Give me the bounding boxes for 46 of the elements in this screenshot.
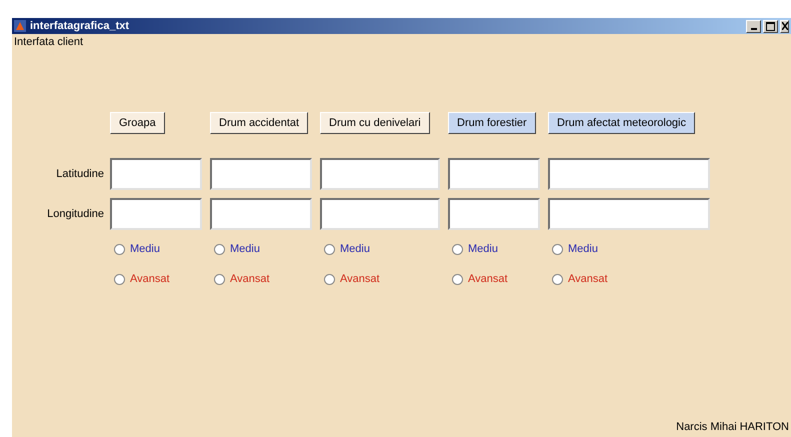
radio-label: Avansat: [130, 273, 170, 285]
category-button[interactable]: Drum forestier: [448, 112, 536, 134]
radio-label: Mediu: [468, 243, 498, 255]
close-icon: [782, 22, 788, 30]
radio-button[interactable]: [324, 274, 335, 284]
input-field[interactable]: [210, 198, 312, 230]
input-field[interactable]: [548, 198, 710, 230]
category-button[interactable]: Groapa: [110, 112, 165, 134]
radio-button[interactable]: [552, 274, 563, 284]
radio-label: Mediu: [230, 243, 260, 255]
radio-label: Avansat: [568, 273, 608, 285]
radio-button[interactable]: [214, 274, 225, 284]
panel-title: Interfata client: [14, 36, 84, 48]
input-field[interactable]: [548, 158, 710, 190]
minimize-button[interactable]: [746, 20, 761, 32]
radio-label: Avansat: [230, 273, 270, 285]
radio-label: Avansat: [340, 273, 380, 285]
window-title: interfatagrafica_txt: [30, 20, 130, 32]
input-field[interactable]: [210, 158, 312, 190]
category-button[interactable]: Drum accidentat: [210, 112, 308, 134]
author-text: Narcis Mihai HARITON: [676, 421, 789, 433]
row-label: Longitudine: [47, 208, 104, 220]
input-field[interactable]: [320, 198, 440, 230]
close-button[interactable]: [780, 20, 789, 32]
radio-button[interactable]: [114, 244, 125, 254]
radio-button[interactable]: [214, 244, 225, 254]
radio-button[interactable]: [324, 244, 335, 254]
row-label: Latitudine: [56, 168, 104, 180]
input-field[interactable]: [448, 158, 540, 190]
category-button[interactable]: Drum afectat meteorologic: [548, 112, 695, 134]
category-button[interactable]: Drum cu denivelari: [320, 112, 430, 134]
input-field[interactable]: [448, 198, 540, 230]
app-icon: [14, 20, 26, 32]
radio-button[interactable]: [552, 244, 563, 254]
radio-label: Mediu: [568, 243, 598, 255]
radio-label: Avansat: [468, 273, 508, 285]
radio-button[interactable]: [452, 274, 463, 284]
radio-label: Mediu: [340, 243, 370, 255]
input-field[interactable]: [110, 158, 202, 190]
radio-button[interactable]: [452, 244, 463, 254]
input-field[interactable]: [320, 158, 440, 190]
radio-button[interactable]: [114, 274, 125, 284]
radio-label: Mediu: [130, 243, 160, 255]
maximize-button[interactable]: [763, 20, 778, 32]
input-field[interactable]: [110, 198, 202, 230]
maximize-icon: [766, 22, 775, 30]
